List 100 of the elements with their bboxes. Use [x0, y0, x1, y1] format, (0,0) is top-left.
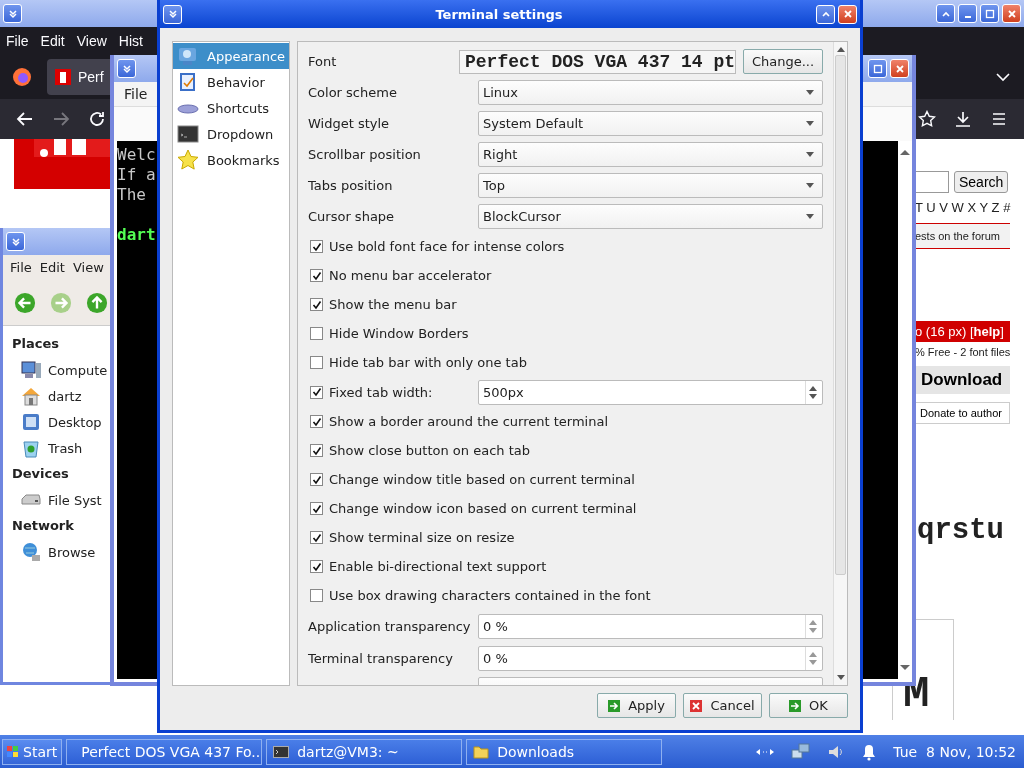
checkbox[interactable]: [310, 415, 323, 428]
page-item[interactable]: Shortcuts: [173, 95, 289, 121]
menu-item[interactable]: Edit: [39, 260, 65, 275]
check-mark-icon: [311, 299, 322, 310]
checkbox-label[interactable]: Change window icon based on current terminal: [329, 501, 637, 516]
reload-icon[interactable]: [88, 110, 106, 128]
search-button[interactable]: Search: [954, 171, 1009, 193]
folder-icon: [473, 743, 490, 760]
browser-tab[interactable]: Perf: [47, 59, 110, 95]
change-font-button[interactable]: Change...: [743, 49, 823, 74]
checkbox-label[interactable]: Use box drawing characters contained in the font: [329, 588, 651, 603]
chevron-down-icon[interactable]: [996, 72, 1010, 82]
checkbox-label[interactable]: Show terminal size on resize: [329, 530, 515, 545]
checkbox-label[interactable]: No menu bar accelerator: [329, 268, 492, 283]
sidebar-item[interactable]: File Syst: [48, 492, 102, 508]
menu-item[interactable]: View: [72, 260, 104, 275]
close-icon: [690, 699, 703, 712]
checkbox[interactable]: [310, 560, 323, 573]
checkbox[interactable]: [310, 589, 323, 602]
checkbox-label[interactable]: Use bold font face for intense colors: [329, 239, 565, 254]
minimize-icon: [964, 15, 971, 18]
checkbox[interactable]: [310, 269, 323, 282]
menu-item[interactable]: View: [76, 33, 107, 49]
monitor-icon: [177, 45, 199, 67]
checkbox[interactable]: [310, 240, 323, 253]
network-computers-icon[interactable]: [791, 741, 812, 762]
download-icon[interactable]: [954, 110, 972, 128]
page-item[interactable]: Dropdown: [173, 121, 289, 147]
shade-button[interactable]: [816, 4, 835, 24]
site-icon: [55, 69, 71, 85]
menu-item[interactable]: File: [124, 86, 148, 102]
double-chevron-icon: [121, 63, 132, 74]
terminal-line: Welc: [117, 145, 156, 165]
alphabet-links[interactable]: T U V W X Y Z #: [915, 200, 1011, 215]
checkbox-label[interactable]: Hide Window Borders: [329, 326, 469, 341]
checkbox-label[interactable]: Show the menu bar: [329, 297, 457, 312]
menu-item[interactable]: File: [6, 33, 29, 49]
bookmark-star-icon[interactable]: [918, 110, 936, 128]
scrollbar-thumb[interactable]: [835, 55, 846, 575]
dropdown[interactable]: Linux: [478, 80, 823, 105]
checkbox[interactable]: [310, 473, 323, 486]
sidebar-item[interactable]: Compute: [48, 362, 108, 378]
checkbox[interactable]: [310, 502, 323, 515]
scroll-down-icon[interactable]: [900, 665, 910, 671]
caret-up-icon: [820, 9, 831, 19]
font-preview: Perfect DOS VGA 437 14 pt: [459, 49, 736, 74]
start-button[interactable]: Start: [2, 738, 63, 765]
checkbox[interactable]: [310, 385, 323, 399]
checkbox-label[interactable]: Show a border around the current terminal: [329, 414, 608, 429]
dropdown[interactable]: Right: [478, 142, 823, 167]
step-up-icon[interactable]: [809, 385, 817, 391]
menu-item[interactable]: Edit: [40, 33, 65, 49]
checkbox-label[interactable]: Enable bi-directional text support: [329, 559, 547, 574]
clock[interactable]: Tue 8 Nov, 10:52: [893, 743, 1016, 760]
checkbox-label[interactable]: Fixed tab width:: [329, 384, 433, 400]
taskbar-button[interactable]: Downloads: [466, 738, 663, 765]
window-menu-button[interactable]: [163, 4, 182, 24]
back-icon[interactable]: [16, 110, 34, 128]
close-button[interactable]: [838, 4, 857, 24]
scrollbar[interactable]: [833, 42, 847, 685]
page-item[interactable]: Appearance: [173, 43, 289, 69]
terminal-icon: [273, 743, 290, 760]
taskbar-button[interactable]: Perfect DOS VGA 437 Fo...: [66, 738, 263, 765]
setting-label: Font: [308, 54, 337, 69]
taskbar-button[interactable]: dartz@VM3: ~: [266, 738, 463, 765]
checkbox-label[interactable]: Hide tab bar with only one tab: [329, 355, 527, 370]
sidebar-item[interactable]: dartz: [48, 388, 82, 404]
sidebar-item[interactable]: Desktop: [48, 414, 102, 430]
checkbox-label[interactable]: Show close button on each tab: [329, 443, 530, 458]
dropdown[interactable]: Top: [478, 173, 823, 198]
page-item[interactable]: Bookmarks: [173, 147, 289, 173]
checkbox-label[interactable]: Change window title based on current terminal: [329, 472, 635, 487]
checkbox[interactable]: [310, 327, 323, 340]
menu-icon[interactable]: [990, 110, 1008, 128]
page-item[interactable]: Behavior: [173, 69, 289, 95]
scroll-down-icon[interactable]: [836, 675, 845, 680]
sidebar-item[interactable]: Trash: [48, 440, 83, 456]
setting-label: Color scheme: [308, 85, 397, 100]
scroll-up-icon[interactable]: [836, 47, 845, 52]
cancel-button[interactable]: Cancel: [683, 693, 762, 718]
step-down-icon[interactable]: [809, 393, 817, 399]
browser-logo-icon[interactable]: [12, 67, 32, 87]
scroll-up-icon[interactable]: [900, 149, 910, 155]
checkbox[interactable]: [310, 356, 323, 369]
checkbox[interactable]: [310, 531, 323, 544]
checkbox[interactable]: [310, 444, 323, 457]
double-chevron-icon: [7, 8, 18, 19]
menu-item[interactable]: Hist: [118, 33, 143, 49]
bell-icon[interactable]: [861, 742, 878, 761]
windows-logo-icon: [7, 745, 19, 758]
donate-button[interactable]: Donate to author: [915, 402, 1010, 424]
ok-button[interactable]: OK: [769, 693, 848, 718]
dropdown[interactable]: System Default: [478, 111, 823, 136]
apply-button[interactable]: Apply: [597, 693, 676, 718]
sidebar-item[interactable]: Browse: [48, 544, 96, 560]
menu-item[interactable]: File: [10, 260, 32, 275]
download-button[interactable]: Download: [915, 366, 1010, 394]
dropdown[interactable]: BlockCursor: [478, 204, 823, 229]
spin-box[interactable]: 500px: [478, 379, 823, 405]
checkbox[interactable]: [310, 298, 323, 311]
